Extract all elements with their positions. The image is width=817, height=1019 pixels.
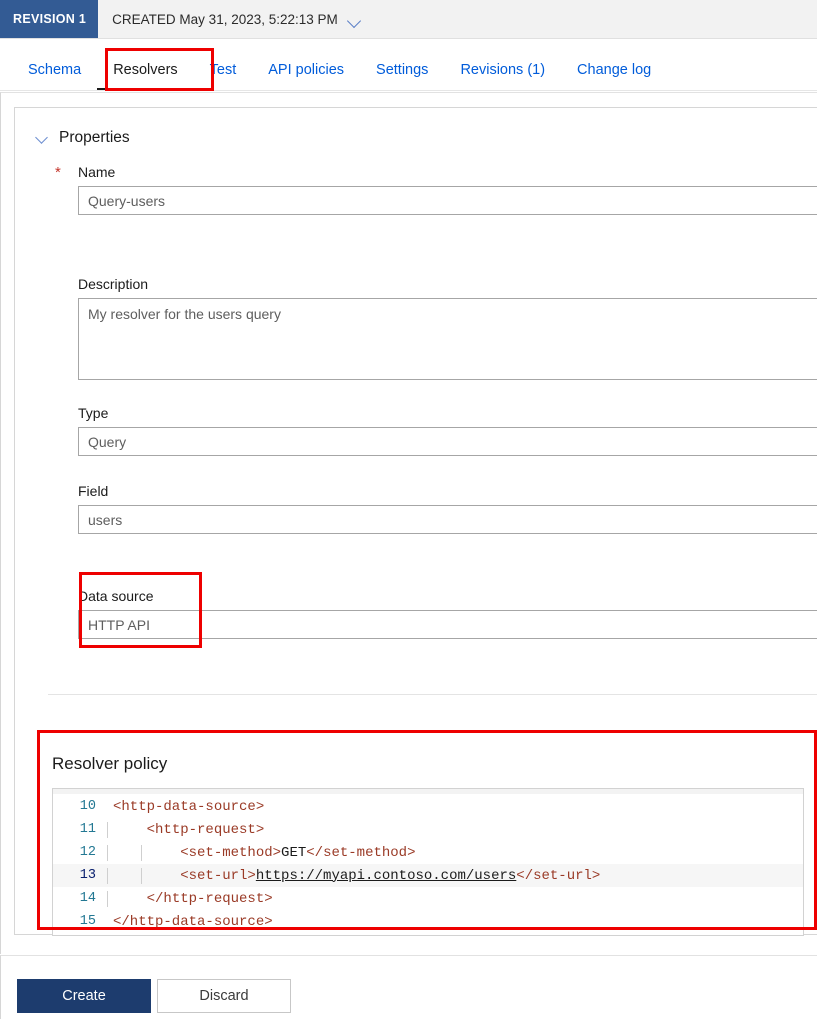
- tab-api-policies[interactable]: API policies: [252, 62, 360, 91]
- properties-section-header[interactable]: Properties: [36, 129, 130, 147]
- line-number: 14: [79, 891, 96, 906]
- data-source-label: Data source: [78, 588, 154, 604]
- api-management-resolver-page: REVISION 1 CREATED May 31, 2023, 5:22:13…: [0, 0, 817, 1019]
- line-number: 15: [79, 914, 96, 929]
- policy-url[interactable]: https://myapi.contoso.com/users: [256, 868, 516, 884]
- tab-test[interactable]: Test: [194, 62, 253, 91]
- chevron-down-icon[interactable]: [36, 132, 49, 145]
- discard-button[interactable]: Discard: [157, 979, 291, 1013]
- line-number: 10: [79, 799, 96, 814]
- code-line[interactable]: 13 <set-url>https://myapi.contoso.com/us…: [53, 864, 803, 887]
- code-line-text: <http-request>: [105, 821, 803, 838]
- required-marker: *: [55, 164, 61, 181]
- tab-bar: Schema Resolvers Test API policies Setti…: [0, 39, 817, 91]
- content-panel: Properties * Name Description Type: [0, 92, 817, 954]
- name-field-group: * Name: [55, 164, 817, 215]
- code-line[interactable]: 14 </http-request>: [53, 887, 803, 910]
- name-label-text: Name: [78, 164, 116, 180]
- revision-badge: REVISION 1: [0, 0, 99, 38]
- resolver-form-card: Properties * Name Description Type: [14, 107, 817, 936]
- code-line[interactable]: 15 </http-data-source>: [53, 910, 803, 933]
- field-input[interactable]: [78, 505, 817, 534]
- tab-settings[interactable]: Settings: [360, 62, 444, 91]
- line-number: 11: [79, 822, 96, 837]
- field-label: Field: [78, 483, 109, 499]
- code-line-text: </http-data-source>: [113, 913, 273, 930]
- code-line-text: <set-method>GET</set-method>: [105, 844, 803, 861]
- editor-top-stripe: [53, 789, 803, 794]
- line-number: 12: [79, 845, 96, 860]
- tab-change-log[interactable]: Change log: [561, 62, 667, 91]
- type-field-group: Type: [78, 405, 817, 456]
- chevron-down-icon[interactable]: [347, 13, 362, 28]
- revision-created-meta: CREATED May 31, 2023, 5:22:13 PM: [98, 0, 362, 38]
- name-input[interactable]: [78, 186, 817, 215]
- code-line[interactable]: 11 <http-request>: [53, 818, 803, 841]
- tab-schema[interactable]: Schema: [12, 62, 97, 91]
- description-label: Description: [78, 276, 149, 292]
- create-button[interactable]: Create: [17, 979, 151, 1013]
- code-line[interactable]: 10 <http-data-source>: [53, 795, 803, 818]
- resolver-policy-editor[interactable]: 10 <http-data-source> 11 <http-request> …: [52, 788, 804, 936]
- tab-resolvers[interactable]: Resolvers: [97, 62, 194, 90]
- description-field-group: Description: [78, 276, 817, 380]
- resolver-policy-title: Resolver policy: [52, 754, 168, 773]
- section-divider: [48, 694, 817, 695]
- type-label: Type: [78, 405, 109, 421]
- revision-created-text: CREATED May 31, 2023, 5:22:13 PM: [112, 11, 338, 27]
- properties-section-title: Properties: [59, 129, 130, 146]
- code-line[interactable]: 12 <set-method>GET</set-method>: [53, 841, 803, 864]
- type-input[interactable]: [78, 427, 817, 456]
- code-line-text: <http-data-source>: [113, 798, 265, 815]
- line-number: 13: [79, 868, 96, 883]
- tab-revisions[interactable]: Revisions (1): [444, 62, 561, 91]
- data-source-field-group: Data source: [78, 588, 817, 639]
- field-field-group: Field: [78, 483, 817, 534]
- name-label: * Name: [55, 164, 817, 180]
- description-textarea[interactable]: [78, 298, 817, 380]
- code-line-text: <set-url>https://myapi.contoso.com/users…: [105, 867, 803, 884]
- code-line-text: </http-request>: [105, 890, 803, 907]
- revision-banner: REVISION 1 CREATED May 31, 2023, 5:22:13…: [0, 0, 817, 39]
- form-footer: Create Discard: [0, 955, 817, 1019]
- data-source-input[interactable]: [78, 610, 817, 639]
